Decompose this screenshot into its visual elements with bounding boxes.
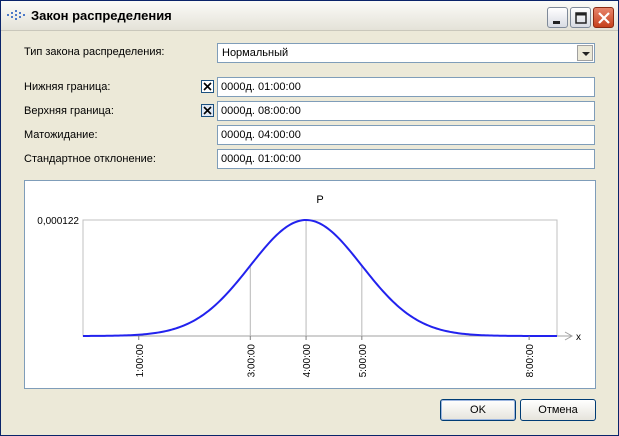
- distribution-type-label: Тип закона распределения:: [24, 46, 165, 58]
- plot-area: [82, 219, 558, 337]
- distribution-dialog: Закон распределения Тип закона распредел…: [0, 0, 619, 436]
- lower-bound-label: Нижняя граница:: [24, 81, 111, 93]
- lower-bound-input[interactable]: [218, 78, 594, 96]
- cancel-button[interactable]: Отмена: [520, 399, 596, 421]
- maximize-icon: [575, 12, 587, 24]
- upper-bound-input[interactable]: [218, 102, 594, 120]
- lower-bound-checkbox[interactable]: [201, 80, 214, 93]
- close-icon: [598, 12, 610, 24]
- upper-bound-field[interactable]: [217, 101, 595, 121]
- lower-bound-field[interactable]: [217, 77, 595, 97]
- upper-bound-label: Верхняя граница:: [24, 105, 114, 117]
- window-title: Закон распределения: [31, 8, 172, 23]
- ok-button[interactable]: OK: [440, 399, 516, 421]
- expectation-input[interactable]: [218, 126, 594, 144]
- dropdown-button[interactable]: [577, 45, 593, 61]
- x-axis-label: x: [576, 332, 581, 343]
- minimize-button[interactable]: [547, 7, 568, 28]
- app-icon: [7, 10, 25, 20]
- checkmark-icon: [203, 82, 212, 91]
- x-tick-label: 1:00:00: [135, 344, 146, 378]
- expectation-field[interactable]: [217, 125, 595, 145]
- density-curve: [83, 218, 558, 337]
- x-tick-label: 5:00:00: [358, 344, 369, 378]
- x-tick-label: 8:00:00: [525, 344, 536, 378]
- distribution-type-select[interactable]: Нормальный: [217, 43, 595, 63]
- title-bar[interactable]: Закон распределения: [1, 1, 618, 31]
- x-tick-label: 4:00:00: [302, 344, 313, 378]
- upper-bound-checkbox[interactable]: [201, 104, 214, 117]
- minimize-icon: [553, 21, 560, 24]
- distribution-type-value: Нормальный: [222, 47, 289, 59]
- distribution-chart: P 0,000122 x 1:00:00 3:00:00 4:00:00 5:00:0…: [37, 194, 581, 378]
- distribution-chart-panel: P 0,000122 x 1:00:00 3:00:00 4:00:00 5:00:0…: [24, 180, 596, 389]
- x-tick-label: 3:00:00: [246, 344, 257, 378]
- std-deviation-label: Стандартное отклонение:: [24, 153, 156, 165]
- y-tick-label: 0,000122: [37, 216, 79, 227]
- close-button[interactable]: [593, 7, 614, 28]
- maximize-button[interactable]: [570, 7, 591, 28]
- chart-title: P: [316, 194, 323, 206]
- std-deviation-input[interactable]: [218, 150, 594, 168]
- chevron-down-icon: [582, 52, 590, 56]
- expectation-label: Матожидание:: [24, 129, 98, 141]
- std-deviation-field[interactable]: [217, 149, 595, 169]
- checkmark-icon: [203, 106, 212, 115]
